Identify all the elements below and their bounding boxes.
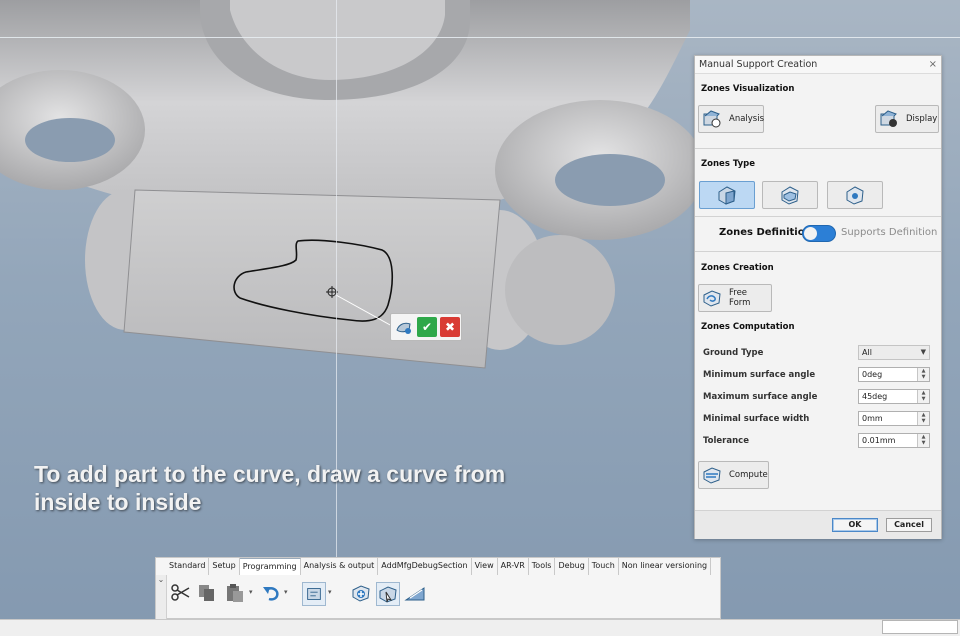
- min-surface-width-value: 0mm: [862, 414, 883, 423]
- zone-point-icon: [846, 186, 864, 205]
- min-surface-width-input[interactable]: 0mm ▲ ▼: [858, 411, 930, 426]
- zone-type-point-button[interactable]: [827, 181, 883, 209]
- spin-arrows-icon[interactable]: ▲ ▼: [917, 412, 929, 425]
- ground-type-label: Ground Type: [703, 348, 764, 358]
- manual-support-creation-dialog: Manual Support Creation × Zones Visualiz…: [694, 55, 942, 539]
- dialog-titlebar[interactable]: Manual Support Creation ×: [695, 56, 941, 74]
- tab-analysis-output[interactable]: Analysis & output: [301, 558, 379, 575]
- command-bar: Standard Setup Programming Analysis & ou…: [155, 557, 721, 619]
- zones-type-header: Zones Type: [701, 159, 756, 169]
- zone-surface-icon: [718, 186, 736, 205]
- min-surface-angle-input[interactable]: 0deg ▲ ▼: [858, 367, 930, 382]
- zone-type-edge-button[interactable]: [762, 181, 818, 209]
- spin-arrows-icon[interactable]: ▲ ▼: [917, 368, 929, 381]
- tab-addmfgdebugsection[interactable]: AddMfgDebugSection: [378, 558, 472, 575]
- display-button[interactable]: Display: [875, 105, 939, 133]
- min-surface-angle-value: 0deg: [862, 370, 883, 379]
- tutorial-caption: To add part to the curve, draw a curve f…: [34, 460, 594, 516]
- curve-tool-icon[interactable]: [394, 317, 414, 337]
- cancel-x-icon[interactable]: ✖: [440, 317, 460, 337]
- supports-definition-label: Supports Definition: [841, 227, 938, 238]
- analysis-label: Analysis: [729, 114, 765, 124]
- ramp-icon[interactable]: [404, 582, 426, 604]
- toggle-knob: [804, 227, 817, 240]
- tab-programming[interactable]: Programming: [239, 558, 301, 575]
- confirm-glyph: ✔: [421, 320, 433, 334]
- free-form-icon: [701, 287, 723, 309]
- tab-ar-vr[interactable]: AR-VR: [498, 558, 529, 575]
- analysis-button[interactable]: Analysis: [698, 105, 764, 133]
- ok-button[interactable]: OK: [832, 518, 878, 532]
- tab-standard[interactable]: Standard: [166, 558, 210, 575]
- free-form-button[interactable]: Free Form: [698, 284, 772, 312]
- analysis-icon: [701, 108, 723, 130]
- close-icon[interactable]: ×: [929, 56, 937, 73]
- zones-creation-header: Zones Creation: [701, 263, 774, 273]
- caption-line-1: To add part to the curve, draw a curve f…: [34, 461, 506, 487]
- add-support-icon[interactable]: [350, 582, 372, 604]
- tab-view[interactable]: View: [472, 558, 498, 575]
- undo-icon[interactable]: [260, 582, 282, 604]
- curve-confirm-toolbar: ✔ ✖: [390, 313, 462, 341]
- cancel-glyph: ✖: [444, 320, 456, 334]
- spin-arrows-icon[interactable]: ▲ ▼: [917, 390, 929, 403]
- tab-debug[interactable]: Debug: [555, 558, 589, 575]
- tolerance-label: Tolerance: [703, 436, 749, 446]
- support-view-icon[interactable]: [302, 582, 326, 606]
- min-surface-width-label: Minimal surface width: [703, 414, 810, 424]
- min-surface-angle-label: Minimum surface angle: [703, 370, 816, 380]
- divider: [695, 251, 941, 252]
- free-form-label: Free Form: [729, 288, 751, 308]
- confirm-check-icon[interactable]: ✔: [417, 317, 437, 337]
- tolerance-value: 0.01mm: [862, 436, 896, 445]
- zones-visualization-header: Zones Visualization: [701, 84, 795, 94]
- cut-icon[interactable]: [170, 582, 192, 604]
- compute-label: Compute: [729, 470, 768, 480]
- zones-computation-header: Zones Computation: [701, 322, 795, 332]
- tolerance-input[interactable]: 0.01mm ▲ ▼: [858, 433, 930, 448]
- max-surface-angle-input[interactable]: 45deg ▲ ▼: [858, 389, 930, 404]
- display-label: Display: [906, 114, 938, 124]
- max-surface-angle-value: 45deg: [862, 392, 888, 401]
- compute-button[interactable]: Compute: [698, 461, 769, 489]
- cancel-button[interactable]: Cancel: [886, 518, 932, 532]
- paste-icon[interactable]: [224, 582, 246, 604]
- axis-line-vertical: [336, 0, 337, 620]
- zones-definition-label: Zones Definition: [719, 227, 812, 238]
- zone-edge-icon: [781, 186, 799, 205]
- undo-dropdown-icon[interactable]: ▾: [284, 588, 288, 596]
- max-surface-angle-label: Maximum surface angle: [703, 392, 818, 402]
- status-bar: [0, 619, 960, 636]
- tab-non-linear-versioning[interactable]: Non linear versioning: [619, 558, 712, 575]
- dialog-title: Manual Support Creation: [699, 59, 818, 70]
- axis-line-horizontal: [0, 37, 960, 38]
- tab-tools[interactable]: Tools: [529, 558, 556, 575]
- zone-type-surface-button[interactable]: [699, 181, 755, 209]
- ground-type-select[interactable]: All ▼: [858, 345, 930, 360]
- tab-setup[interactable]: Setup: [209, 558, 240, 575]
- divider: [695, 148, 941, 149]
- copy-icon[interactable]: [196, 582, 218, 604]
- divider: [695, 216, 941, 217]
- manual-support-icon[interactable]: [376, 582, 400, 606]
- command-bar-expand-icon[interactable]: ⌄: [156, 575, 167, 619]
- tab-touch[interactable]: Touch: [589, 558, 619, 575]
- ground-type-value: All: [862, 348, 872, 357]
- definition-toggle-row: Zones Definition Supports Definition: [695, 224, 941, 244]
- caption-line-2: inside to inside: [34, 489, 202, 515]
- display-icon: [878, 108, 900, 130]
- paste-dropdown-icon[interactable]: ▾: [249, 588, 253, 596]
- status-input[interactable]: [882, 620, 958, 634]
- compute-icon: [701, 464, 723, 486]
- command-tabs: Standard Setup Programming Analysis & ou…: [166, 558, 712, 575]
- dialog-footer: OK Cancel: [695, 510, 941, 539]
- support-dropdown-icon[interactable]: ▾: [328, 588, 332, 596]
- spin-arrows-icon[interactable]: ▲ ▼: [917, 434, 929, 447]
- chevron-down-icon: ▼: [920, 348, 926, 356]
- definition-toggle-switch[interactable]: [802, 225, 836, 242]
